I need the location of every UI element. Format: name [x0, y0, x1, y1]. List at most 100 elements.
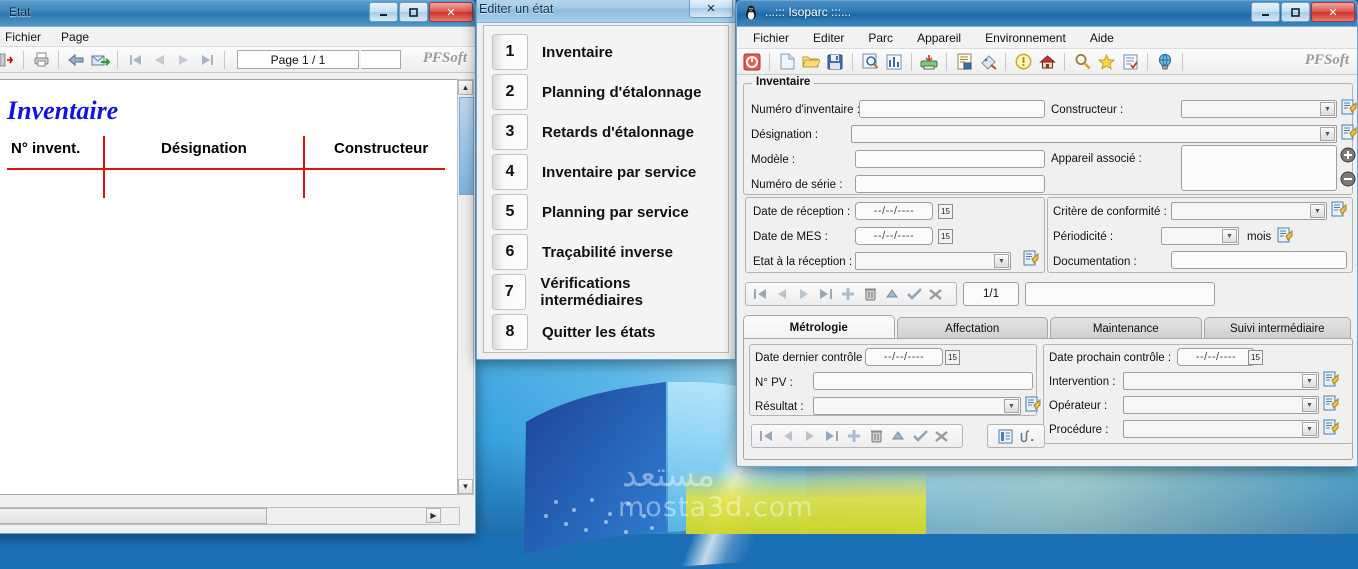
etat-item-5[interactable]: 5 Planning par service: [484, 192, 728, 232]
edit-list-icon-resultat[interactable]: [1025, 396, 1041, 412]
vertical-scroll-thumb[interactable]: [459, 97, 474, 195]
scroll-down-icon[interactable]: ▼: [458, 479, 473, 494]
etat-item-8[interactable]: 8 Quitter les états: [484, 312, 728, 352]
menu-page[interactable]: Page: [51, 28, 99, 46]
horizontal-scroll-thumb[interactable]: [0, 508, 267, 524]
report-vertical-scrollbar[interactable]: ▲ ▼: [457, 79, 474, 495]
chevron-down-icon[interactable]: ▼: [1302, 398, 1317, 412]
print-icon[interactable]: [30, 49, 52, 71]
field-date-mes[interactable]: --/--/----: [855, 227, 933, 245]
report-titlebar[interactable]: Etat ✕: [0, 1, 475, 27]
first-page-icon[interactable]: [124, 49, 146, 71]
last-record-icon[interactable]: [816, 284, 836, 304]
next-page-icon[interactable]: [172, 49, 194, 71]
save-icon[interactable]: [824, 51, 846, 73]
calendar-icon-date-mes[interactable]: 15: [938, 229, 953, 244]
edit-list-icon-constructeur[interactable]: [1341, 99, 1357, 115]
cancel-record-icon[interactable]: [926, 284, 946, 304]
first-record-icon[interactable]: [750, 284, 770, 304]
maximize-button[interactable]: [399, 2, 428, 22]
checklist-icon[interactable]: [1119, 51, 1141, 73]
edit-list-icon-etat-reception[interactable]: [1023, 250, 1039, 266]
field-critere-conformite[interactable]: ▼: [1171, 202, 1327, 220]
minimize-button[interactable]: [1251, 2, 1280, 22]
last-record-icon[interactable]: [822, 426, 842, 446]
validate-record-icon[interactable]: [904, 284, 924, 304]
field-etat-reception[interactable]: ▼: [855, 252, 1011, 270]
field-date-dernier-controle[interactable]: --/--/----: [865, 348, 943, 366]
chevron-down-icon[interactable]: ▼: [1004, 399, 1019, 413]
add-record-icon[interactable]: [838, 284, 858, 304]
etat-titlebar[interactable]: Editer un état ✕: [477, 0, 735, 23]
back-arrow-icon[interactable]: [65, 49, 87, 71]
etat-close-button[interactable]: ✕: [689, 0, 733, 18]
edit-list-icon-critere[interactable]: [1331, 201, 1347, 217]
etat-item-4[interactable]: 4 Inventaire par service: [484, 152, 728, 192]
delete-record-icon[interactable]: [866, 426, 886, 446]
label-icon[interactable]: [977, 51, 999, 73]
tab-maintenance[interactable]: Maintenance: [1050, 317, 1202, 339]
calendar-icon-date-reception[interactable]: 15: [938, 204, 953, 219]
chevron-down-icon[interactable]: ▼: [1320, 102, 1335, 116]
edit-list-icon-periodicite[interactable]: [1277, 227, 1293, 243]
report-horizontal-scrollbar[interactable]: ▶: [0, 507, 460, 525]
field-constructeur[interactable]: ▼: [1181, 100, 1337, 118]
edit-record-icon[interactable]: [882, 284, 902, 304]
exit-icon[interactable]: [0, 49, 17, 71]
statistics-icon[interactable]: [883, 51, 905, 73]
chevron-down-icon[interactable]: ▼: [994, 254, 1009, 268]
field-intervention[interactable]: ▼: [1123, 372, 1319, 390]
field-n-pv[interactable]: [813, 372, 1033, 390]
alert-icon[interactable]: [1012, 51, 1034, 73]
menu-fichier[interactable]: Fichier: [741, 29, 801, 47]
etat-item-3[interactable]: 3 Retards d'étalonnage: [484, 112, 728, 152]
chevron-down-icon[interactable]: ▼: [1302, 374, 1317, 388]
new-document-icon[interactable]: [776, 51, 798, 73]
field-numero-inventaire[interactable]: [859, 100, 1045, 118]
tab-suivi-intermediaire[interactable]: Suivi intermédiaire: [1203, 317, 1352, 339]
edit-list-icon-operateur[interactable]: [1323, 395, 1339, 411]
scroll-right-icon[interactable]: ▶: [426, 508, 441, 523]
previous-page-icon[interactable]: [148, 49, 170, 71]
field-designation[interactable]: ▼: [851, 125, 1337, 143]
chevron-down-icon[interactable]: ▼: [1302, 422, 1317, 436]
globe-icon[interactable]: [1154, 51, 1176, 73]
menu-parc[interactable]: Parc: [856, 29, 905, 47]
search-icon[interactable]: [1071, 51, 1093, 73]
delete-record-icon[interactable]: [860, 284, 880, 304]
next-record-icon[interactable]: [794, 284, 814, 304]
chevron-down-icon[interactable]: ▼: [1310, 204, 1325, 218]
export-mail-icon[interactable]: [89, 49, 111, 71]
printer-green-icon[interactable]: [918, 51, 940, 73]
attachment-icon[interactable]: [1017, 426, 1037, 446]
favorite-star-icon[interactable]: [1095, 51, 1117, 73]
menu-editer[interactable]: Editer: [801, 29, 856, 47]
field-numero-serie[interactable]: [855, 175, 1045, 193]
edit-list-icon-intervention[interactable]: [1323, 371, 1339, 387]
field-date-reception[interactable]: --/--/----: [855, 202, 933, 220]
close-button[interactable]: ✕: [1311, 2, 1355, 22]
field-resultat[interactable]: ▼: [813, 397, 1021, 415]
menu-aide[interactable]: Aide: [1078, 29, 1126, 47]
last-page-icon[interactable]: [196, 49, 218, 71]
menu-appareil[interactable]: Appareil: [905, 29, 973, 47]
cancel-record-icon[interactable]: [932, 426, 952, 446]
chevron-down-icon[interactable]: ▼: [1320, 127, 1335, 141]
close-button[interactable]: ✕: [429, 2, 473, 22]
maximize-button[interactable]: [1281, 2, 1310, 22]
field-periodicite[interactable]: ▼: [1161, 227, 1239, 245]
add-circle-icon[interactable]: [1340, 147, 1356, 163]
field-appareil-associe[interactable]: [1181, 145, 1337, 191]
menu-fichier[interactable]: Fichier: [0, 28, 51, 46]
tab-metrologie[interactable]: Métrologie: [743, 315, 895, 339]
previous-record-icon[interactable]: [778, 426, 798, 446]
isoparc-titlebar[interactable]: ...::: Isoparc :::... ✕: [737, 1, 1357, 27]
etat-item-7[interactable]: 7 Vérifications intermédiaires: [484, 272, 728, 312]
calendar-icon-dernier-controle[interactable]: 15: [945, 350, 960, 365]
edit-list-icon-designation[interactable]: [1341, 124, 1357, 140]
next-record-icon[interactable]: [800, 426, 820, 446]
minimize-button[interactable]: [369, 2, 398, 22]
remove-circle-icon[interactable]: [1340, 171, 1356, 187]
tab-affectation[interactable]: Affectation: [896, 317, 1048, 339]
first-record-icon[interactable]: [756, 426, 776, 446]
